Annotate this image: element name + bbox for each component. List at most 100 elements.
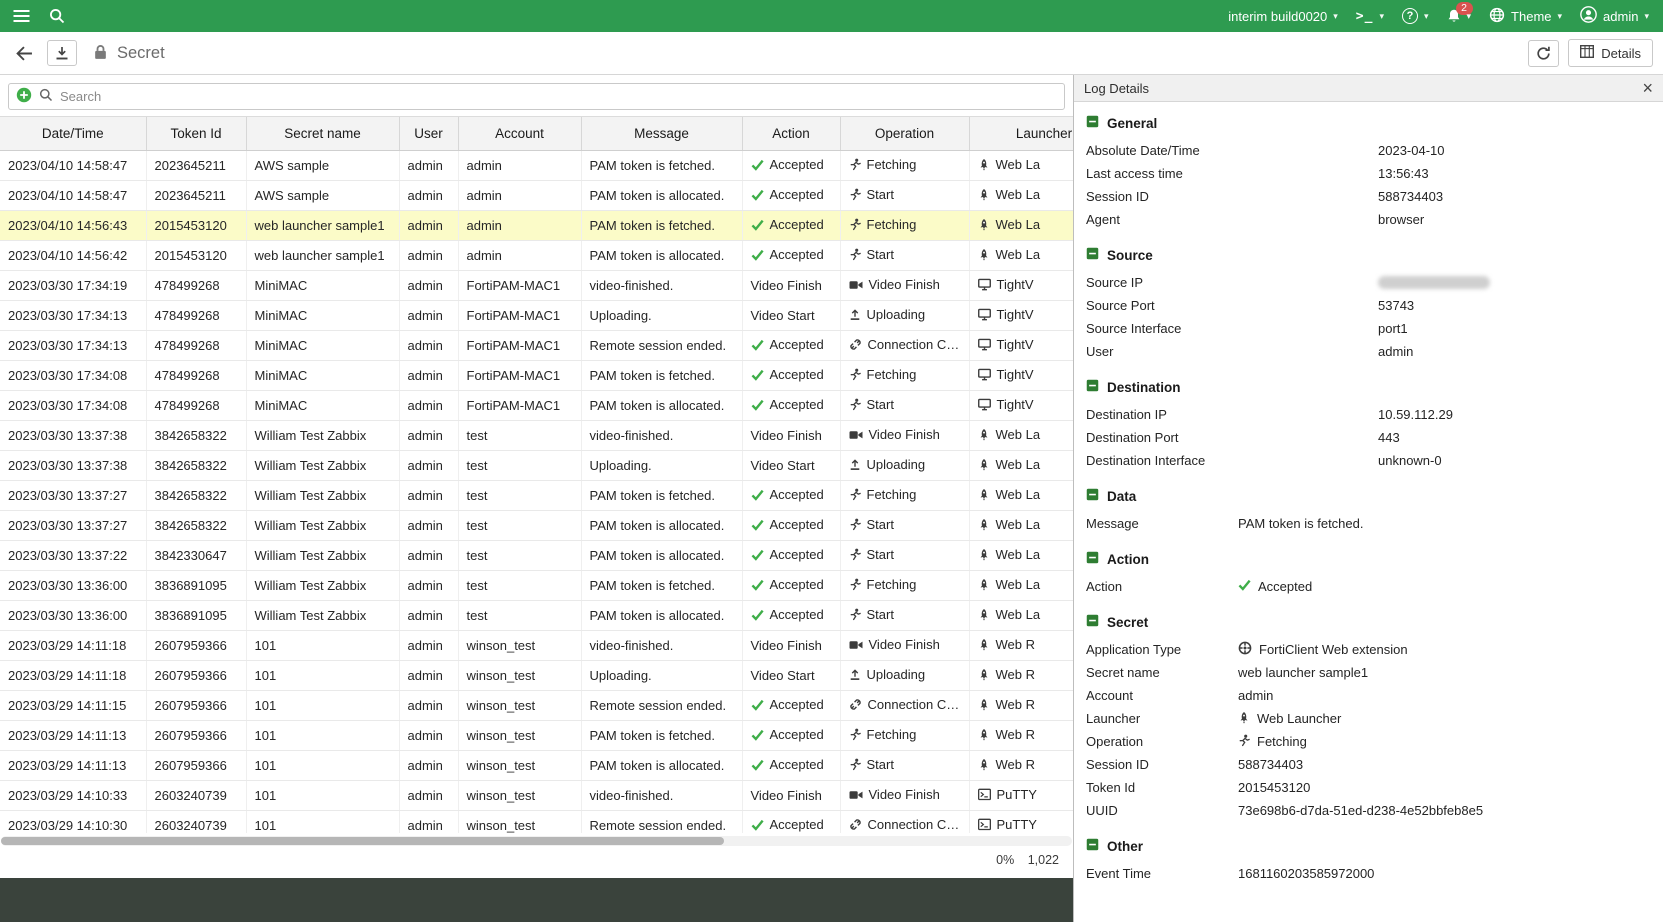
search-input[interactable] — [60, 89, 1057, 104]
cell-account: winson_test — [458, 810, 581, 833]
table-row[interactable]: 2023/03/30 17:34:13478499268MiniMACadmin… — [0, 300, 1073, 330]
table-row[interactable]: 2023/03/30 13:37:383842658322William Tes… — [0, 450, 1073, 480]
column-header-date-time[interactable]: Date/Time — [0, 117, 146, 150]
collapse-icon[interactable] — [1086, 379, 1099, 395]
table-row[interactable]: 2023/03/29 14:10:332603240739101adminwin… — [0, 780, 1073, 810]
columns-icon — [1580, 45, 1594, 61]
column-header-token-id[interactable]: Token Id — [146, 117, 246, 150]
search-bar[interactable] — [8, 83, 1065, 110]
cell-secret-name: William Test Zabbix — [246, 480, 399, 510]
table-row[interactable]: 2023/03/29 14:11:182607959366101adminwin… — [0, 660, 1073, 690]
cell-operation: Fetching — [840, 150, 969, 180]
column-header-account[interactable]: Account — [458, 117, 581, 150]
section-header-data[interactable]: Data — [1086, 485, 1651, 507]
back-button[interactable] — [10, 42, 39, 65]
collapse-icon[interactable] — [1086, 247, 1099, 263]
detail-value: PAM token is fetched. — [1238, 516, 1364, 531]
avatar-icon — [1580, 6, 1597, 26]
add-filter-icon[interactable] — [16, 87, 32, 106]
rocket-icon — [978, 728, 990, 744]
cell-operation: Start — [840, 180, 969, 210]
cell-operation: Video Finish — [840, 630, 969, 660]
cell-launcher: Web La — [969, 510, 1073, 540]
section-header-source[interactable]: Source — [1086, 244, 1651, 266]
cli-console-dropdown[interactable]: >_ ▾ — [1356, 9, 1384, 24]
help-dropdown[interactable]: ? ▾ — [1402, 8, 1429, 24]
column-header-launcher[interactable]: Launcher — [969, 117, 1073, 150]
scrollbar-thumb[interactable] — [1, 837, 724, 845]
section-header-action[interactable]: Action — [1086, 548, 1651, 570]
table-row[interactable]: 2023/04/10 14:58:472023645211AWS samplea… — [0, 180, 1073, 210]
check-icon — [751, 579, 764, 594]
table-row[interactable]: 2023/04/10 14:56:432015453120web launche… — [0, 210, 1073, 240]
section-header-destination[interactable]: Destination — [1086, 376, 1651, 398]
detail-value: Fetching — [1238, 734, 1307, 750]
cell-user: admin — [399, 450, 458, 480]
table-row[interactable]: 2023/03/30 13:36:003836891095William Tes… — [0, 570, 1073, 600]
collapse-icon[interactable] — [1086, 614, 1099, 630]
detail-value: web launcher sample1 — [1238, 665, 1368, 680]
table-row[interactable]: 2023/03/30 13:37:223842330647William Tes… — [0, 540, 1073, 570]
table-row[interactable]: 2023/03/30 13:37:273842658322William Tes… — [0, 510, 1073, 540]
section-data: DataMessagePAM token is fetched. — [1086, 485, 1651, 535]
cell-token-id: 478499268 — [146, 330, 246, 360]
section-header-secret[interactable]: Secret — [1086, 611, 1651, 633]
check-icon — [751, 609, 764, 624]
detail-value: 13:56:43 — [1378, 166, 1429, 181]
user-menu[interactable]: admin ▾ — [1580, 6, 1649, 26]
collapse-icon[interactable] — [1086, 838, 1099, 854]
download-button[interactable] — [47, 40, 77, 66]
collapse-icon[interactable] — [1086, 551, 1099, 567]
close-icon[interactable]: × — [1642, 79, 1653, 97]
upload-icon — [849, 668, 861, 684]
table-row[interactable]: 2023/03/29 14:10:302603240739101adminwin… — [0, 810, 1073, 833]
table-row[interactable]: 2023/03/30 17:34:08478499268MiniMACadmin… — [0, 360, 1073, 390]
column-header-message[interactable]: Message — [581, 117, 742, 150]
table-row[interactable]: 2023/03/30 13:37:383842658322William Tes… — [0, 420, 1073, 450]
table-row[interactable]: 2023/03/30 17:34:13478499268MiniMACadmin… — [0, 330, 1073, 360]
theme-label: Theme — [1511, 9, 1551, 24]
cell-account: winson_test — [458, 720, 581, 750]
horizontal-scrollbar[interactable] — [1, 836, 1072, 846]
build-dropdown[interactable]: interim build0020 ▾ — [1228, 9, 1338, 24]
section-header-general[interactable]: General — [1086, 112, 1651, 134]
chevron-down-icon: ▾ — [1558, 11, 1563, 22]
table-row[interactable]: 2023/03/30 17:34:19478499268MiniMACadmin… — [0, 270, 1073, 300]
cell-launcher: Web La — [969, 540, 1073, 570]
hamburger-menu-icon[interactable] — [8, 3, 34, 29]
table-row[interactable]: 2023/03/29 14:11:132607959366101adminwin… — [0, 750, 1073, 780]
section-header-other[interactable]: Other — [1086, 835, 1651, 857]
table-row[interactable]: 2023/04/10 14:56:422015453120web launche… — [0, 240, 1073, 270]
table-row[interactable]: 2023/03/30 13:36:003836891095William Tes… — [0, 600, 1073, 630]
check-icon — [751, 549, 764, 564]
table-row[interactable]: 2023/03/29 14:11:132607959366101adminwin… — [0, 720, 1073, 750]
refresh-button[interactable] — [1528, 40, 1559, 67]
cell-user: admin — [399, 690, 458, 720]
cell-operation: Fetching — [840, 720, 969, 750]
build-label: interim build0020 — [1228, 9, 1327, 24]
cell-launcher: TightV — [969, 300, 1073, 330]
collapse-icon[interactable] — [1086, 115, 1099, 131]
column-header-operation[interactable]: Operation — [840, 117, 969, 150]
details-toggle-button[interactable]: Details — [1568, 39, 1653, 67]
global-search-icon[interactable] — [44, 3, 70, 29]
notifications-dropdown[interactable]: 2 ▾ — [1447, 8, 1472, 24]
theme-dropdown[interactable]: Theme ▾ — [1489, 7, 1562, 26]
column-header-secret-name[interactable]: Secret name — [246, 117, 399, 150]
cell-secret-name: MiniMAC — [246, 330, 399, 360]
check-icon — [751, 729, 764, 744]
table-row[interactable]: 2023/04/10 14:58:472023645211AWS samplea… — [0, 150, 1073, 180]
rocket-icon — [978, 428, 990, 444]
table-row[interactable]: 2023/03/29 14:11:152607959366101adminwin… — [0, 690, 1073, 720]
column-header-action[interactable]: Action — [742, 117, 840, 150]
cell-user: admin — [399, 360, 458, 390]
table-row[interactable]: 2023/03/30 13:37:273842658322William Tes… — [0, 480, 1073, 510]
column-header-user[interactable]: User — [399, 117, 458, 150]
collapse-icon[interactable] — [1086, 488, 1099, 504]
cell-secret-name: web launcher sample1 — [246, 210, 399, 240]
table-row[interactable]: 2023/03/29 14:11:182607959366101adminwin… — [0, 630, 1073, 660]
cell-datetime: 2023/03/30 17:34:19 — [0, 270, 146, 300]
table-row[interactable]: 2023/03/30 17:34:08478499268MiniMACadmin… — [0, 390, 1073, 420]
cell-secret-name: 101 — [246, 810, 399, 833]
cell-operation: Fetching — [840, 360, 969, 390]
